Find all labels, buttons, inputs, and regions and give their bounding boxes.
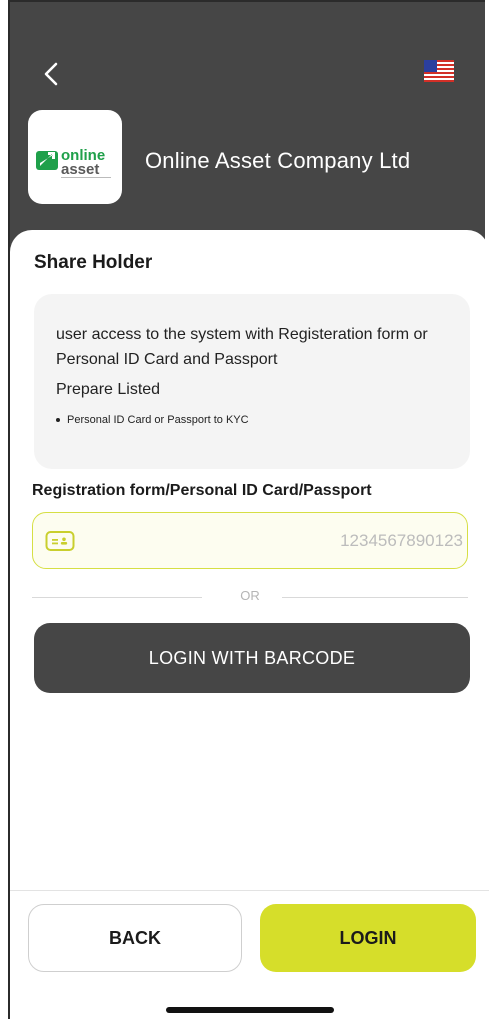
or-text: OR	[240, 588, 260, 603]
company-name: Online Asset Company Ltd	[145, 148, 411, 173]
login-with-barcode-button[interactable]: LOGIN WITH BARCODE	[34, 623, 470, 693]
chevron-left-icon[interactable]	[38, 60, 66, 88]
or-divider: OR	[32, 588, 468, 606]
footer-divider	[10, 890, 489, 891]
info-description: user access to the system with Registera…	[56, 326, 428, 368]
left-edge	[0, 0, 10, 1019]
home-indicator	[166, 1007, 334, 1013]
id-card-icon	[45, 531, 75, 551]
id-field-label: Registration form/Personal ID Card/Passp…	[32, 482, 372, 499]
company-logo: online asset	[28, 110, 122, 204]
logo-word-asset: asset	[61, 161, 99, 178]
login-button[interactable]: LOGIN	[260, 904, 476, 972]
header-bar: online asset Online Asset Company Ltd	[10, 0, 485, 260]
info-panel: user access to the system with Registera…	[34, 294, 470, 469]
section-title: Share Holder	[34, 252, 153, 273]
back-button[interactable]: BACK	[28, 904, 242, 972]
app-screen: online asset Online Asset Company Ltd Sh…	[0, 0, 489, 1019]
prepare-title: Prepare Listed	[56, 381, 161, 398]
list-item: Personal ID Card or Passport to KYC	[56, 414, 249, 426]
content-card: Share Holder user access to the system w…	[10, 230, 489, 1019]
id-number-input[interactable]	[89, 527, 463, 555]
id-field[interactable]	[32, 512, 468, 569]
divider-line-right	[282, 597, 468, 598]
online-asset-logo: online asset	[36, 147, 111, 178]
us-flag-icon[interactable]	[424, 60, 454, 82]
list-item-text: Personal ID Card or Passport to KYC	[67, 414, 249, 426]
bullet-icon	[56, 418, 60, 423]
